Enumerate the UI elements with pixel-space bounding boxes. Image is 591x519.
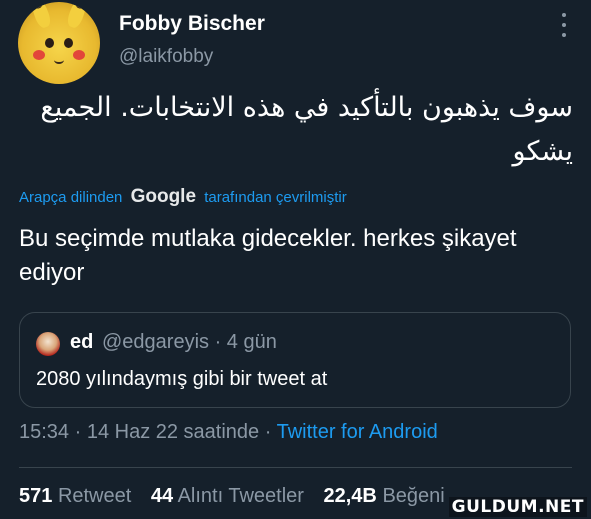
avatar-cheek-right (73, 50, 85, 60)
more-vertical-icon[interactable] (561, 13, 567, 37)
retweets-stat[interactable]: 571 Retweet (19, 485, 131, 507)
divider (19, 467, 572, 468)
avatar-mouth (54, 56, 64, 64)
avatar-eye-right (64, 38, 73, 48)
quoted-name: ed (70, 331, 94, 353)
quotes-label: Alıntı Tweetler (177, 485, 304, 507)
likes-stat[interactable]: 22,4B Beğeni (324, 485, 445, 507)
quotes-stat[interactable]: 44 Alıntı Tweetler (151, 485, 304, 507)
quoted-text: 2080 yılındaymış gibi bir tweet at (36, 368, 328, 390)
tweet-source[interactable]: Twitter for Android (277, 421, 438, 443)
avatar-cheek-left (33, 50, 45, 60)
avatar-eye-left (45, 38, 54, 48)
display-name[interactable]: Fobby Bischer (119, 12, 265, 36)
tweet-timestamp: 15:34 · 14 Haz 22 saatinde · Twitter for… (19, 421, 438, 444)
retweets-label: Retweet (57, 485, 132, 507)
translation-attribution[interactable]: Arapça dilinden Google tarafından çevril… (19, 186, 347, 208)
more-dot (562, 33, 566, 37)
avatar-ear-left (29, 2, 53, 30)
avatar[interactable] (18, 2, 100, 84)
retweets-count: 571 (19, 485, 53, 507)
watermark: GULDUM.NET (448, 497, 587, 517)
tweet-text-arabic: سوف يذهبون بالتأكيد في هذه الانتخابات. ا… (40, 92, 573, 167)
more-dot (562, 13, 566, 17)
timestamp-text[interactable]: 15:34 · 14 Haz 22 saatinde · (19, 421, 277, 443)
quotes-count: 44 (150, 485, 174, 507)
quoted-avatar (36, 332, 60, 356)
tweet-stats: 571 Retweet 44 Alıntı Tweetler 22,4B Beğ… (19, 485, 445, 508)
translated-suffix: tarafından çevrilmiştir (204, 189, 347, 206)
translated-prefix: Arapça dilinden (19, 189, 123, 206)
tweet-translation: Bu seçimde mutlaka gidecekler. herkes şi… (19, 225, 517, 286)
quoted-tweet[interactable]: ed @edgareyis · 4 gün 2080 yılındaymış g… (19, 312, 571, 408)
avatar-ear-right (65, 2, 89, 30)
likes-count: 22,4B (323, 485, 377, 507)
user-handle[interactable]: @laikfobby (119, 46, 213, 68)
more-dot (562, 23, 566, 27)
quoted-meta: @edgareyis · 4 gün (102, 331, 277, 353)
google-logo: Google (130, 186, 197, 207)
likes-label: Beğeni (382, 485, 445, 507)
